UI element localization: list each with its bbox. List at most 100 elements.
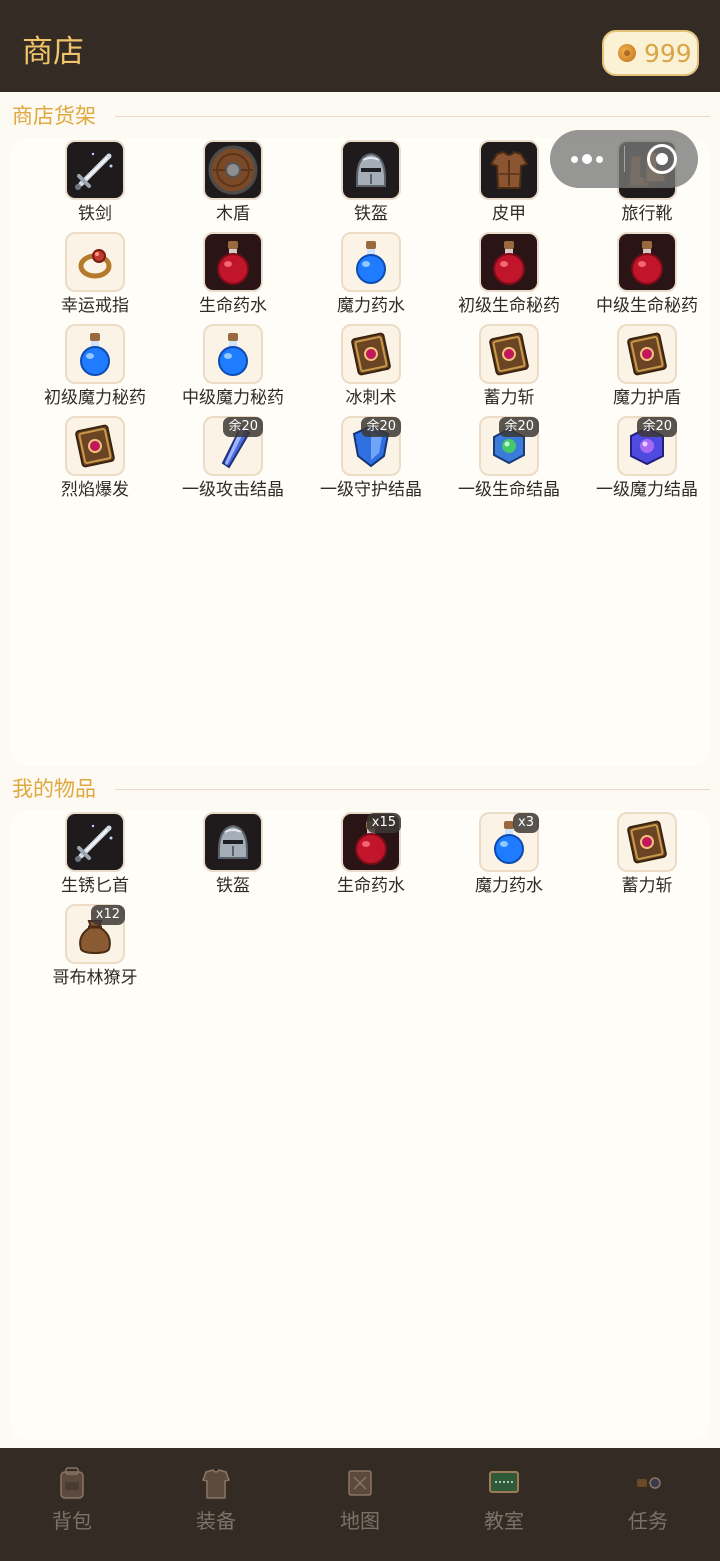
backpack-icon bbox=[55, 1466, 89, 1500]
stock-badge: 余20 bbox=[499, 417, 539, 437]
shop-item[interactable]: 中级生命秘药 bbox=[578, 230, 716, 322]
loot-bag-icon: x12 bbox=[65, 904, 125, 964]
shop-item[interactable]: 中级魔力秘药 bbox=[164, 322, 302, 414]
red-potion-icon bbox=[479, 232, 539, 292]
shop-item[interactable]: 魔力护盾 bbox=[578, 322, 716, 414]
shop-item[interactable]: 余20 一级魔力结晶 bbox=[578, 414, 716, 506]
close-mini-program-icon[interactable] bbox=[625, 144, 698, 174]
more-icon[interactable] bbox=[550, 154, 624, 164]
item-label: 魔力护盾 bbox=[613, 388, 681, 408]
item-label: 哥布林獠牙 bbox=[52, 968, 138, 988]
shop-section-title: 商店货架 bbox=[12, 104, 96, 128]
shop-item[interactable]: 余20 一级生命结晶 bbox=[440, 414, 578, 506]
item-label: 烈焰爆发 bbox=[61, 480, 129, 500]
stock-badge: 余20 bbox=[361, 417, 401, 437]
spellbook-icon bbox=[65, 416, 125, 476]
red-potion-icon: x15 bbox=[341, 812, 401, 872]
shop-item[interactable]: 铁盔 bbox=[302, 138, 440, 230]
shop-item[interactable]: 木盾 bbox=[164, 138, 302, 230]
spellbook-icon bbox=[341, 324, 401, 384]
shop-item[interactable]: 蓄力斩 bbox=[440, 322, 578, 414]
coin-balance: 999 bbox=[602, 30, 699, 76]
blue-potion-icon bbox=[65, 324, 125, 384]
inventory-grid: 生锈匕首 铁盔 x15 生命药水 x3 魔力药水 蓄力斩 x12 哥布林獠牙 bbox=[26, 810, 716, 994]
ring-icon bbox=[65, 232, 125, 292]
nav-label: 背包 bbox=[52, 1509, 92, 1533]
item-label: 魔力药水 bbox=[337, 296, 405, 316]
inventory-item[interactable]: 蓄力斩 bbox=[578, 810, 716, 902]
item-label: 生命药水 bbox=[199, 296, 267, 316]
nav-label: 任务 bbox=[628, 1509, 668, 1533]
shop-item[interactable]: 初级魔力秘药 bbox=[26, 322, 164, 414]
item-label: 初级魔力秘药 bbox=[44, 388, 146, 408]
item-label: 冰刺术 bbox=[345, 388, 397, 408]
inventory-section-title: 我的物品 bbox=[12, 777, 96, 801]
quest-icon bbox=[631, 1466, 665, 1500]
divider bbox=[115, 789, 710, 790]
life-crystal-icon: 余20 bbox=[479, 416, 539, 476]
nav-item-map[interactable]: 地图 bbox=[288, 1448, 432, 1561]
nav-label: 装备 bbox=[196, 1509, 236, 1533]
nav-item-quest[interactable]: 任务 bbox=[576, 1448, 720, 1561]
inventory-item[interactable]: 铁盔 bbox=[164, 810, 302, 902]
shop-item[interactable]: 余20 一级守护结晶 bbox=[302, 414, 440, 506]
stock-badge: 余20 bbox=[223, 417, 263, 437]
inventory-item[interactable]: 生锈匕首 bbox=[26, 810, 164, 902]
shop-item[interactable]: 余20 一级攻击结晶 bbox=[164, 414, 302, 506]
shop-item[interactable]: 初级生命秘药 bbox=[440, 230, 578, 322]
item-label: 一级生命结晶 bbox=[458, 480, 560, 500]
nav-label: 教室 bbox=[484, 1509, 524, 1533]
classroom-icon bbox=[487, 1466, 521, 1500]
quantity-badge: x12 bbox=[90, 905, 125, 925]
item-label: 铁盔 bbox=[216, 876, 250, 896]
mini-program-capsule bbox=[550, 130, 698, 188]
spellbook-icon bbox=[617, 324, 677, 384]
blue-potion-icon bbox=[341, 232, 401, 292]
shop-item[interactable]: 幸运戒指 bbox=[26, 230, 164, 322]
item-label: 生锈匕首 bbox=[61, 876, 129, 896]
item-label: 旅行靴 bbox=[621, 204, 673, 224]
item-label: 中级魔力秘药 bbox=[182, 388, 284, 408]
divider bbox=[115, 116, 710, 117]
spellbook-icon bbox=[617, 812, 677, 872]
item-label: 中级生命秘药 bbox=[596, 296, 698, 316]
helmet-icon bbox=[203, 812, 263, 872]
shop-item[interactable]: 冰刺术 bbox=[302, 322, 440, 414]
shop-grid: 铁剑 木盾 铁盔 皮甲 旅行靴 幸运戒指 生命药水 魔力药水 初级生命秘药 中级生命秘药 初级魔力秘… bbox=[26, 138, 716, 506]
inventory-panel: 生锈匕首 铁盔 x15 生命药水 x3 魔力药水 蓄力斩 x12 哥布林獠牙 bbox=[11, 810, 709, 1440]
spellbook-icon bbox=[479, 324, 539, 384]
nav-item-classroom[interactable]: 教室 bbox=[432, 1448, 576, 1561]
shop-item[interactable]: 烈焰爆发 bbox=[26, 414, 164, 506]
inventory-item[interactable]: x3 魔力药水 bbox=[440, 810, 578, 902]
nav-item-equipment[interactable]: 装备 bbox=[144, 1448, 288, 1561]
item-label: 蓄力斩 bbox=[621, 876, 673, 896]
sword-icon bbox=[65, 140, 125, 200]
quantity-badge: x3 bbox=[513, 813, 539, 833]
attack-crystal-icon: 余20 bbox=[203, 416, 263, 476]
shop-item[interactable]: 生命药水 bbox=[164, 230, 302, 322]
quantity-badge: x15 bbox=[366, 813, 401, 833]
item-label: 幸运戒指 bbox=[61, 296, 129, 316]
red-potion-icon bbox=[617, 232, 677, 292]
helmet-icon bbox=[341, 140, 401, 200]
item-label: 一级守护结晶 bbox=[320, 480, 422, 500]
item-label: 一级魔力结晶 bbox=[596, 480, 698, 500]
nav-item-backpack[interactable]: 背包 bbox=[0, 1448, 144, 1561]
shop-item[interactable]: 铁剑 bbox=[26, 138, 164, 230]
inventory-item[interactable]: x15 生命药水 bbox=[302, 810, 440, 902]
armor-icon bbox=[479, 140, 539, 200]
top-bar: 商店 999 bbox=[0, 0, 720, 92]
shop-item[interactable]: 魔力药水 bbox=[302, 230, 440, 322]
item-label: 初级生命秘药 bbox=[458, 296, 560, 316]
mana-crystal-icon: 余20 bbox=[617, 416, 677, 476]
inventory-item[interactable]: x12 哥布林獠牙 bbox=[26, 902, 164, 994]
blue-potion-icon: x3 bbox=[479, 812, 539, 872]
coin-count: 999 bbox=[644, 38, 692, 68]
map-icon bbox=[343, 1466, 377, 1500]
page-title: 商店 bbox=[22, 34, 84, 70]
guard-crystal-icon: 余20 bbox=[341, 416, 401, 476]
blue-potion-icon bbox=[203, 324, 263, 384]
item-label: 木盾 bbox=[216, 204, 250, 224]
item-label: 铁剑 bbox=[78, 204, 112, 224]
item-label: 魔力药水 bbox=[475, 876, 543, 896]
